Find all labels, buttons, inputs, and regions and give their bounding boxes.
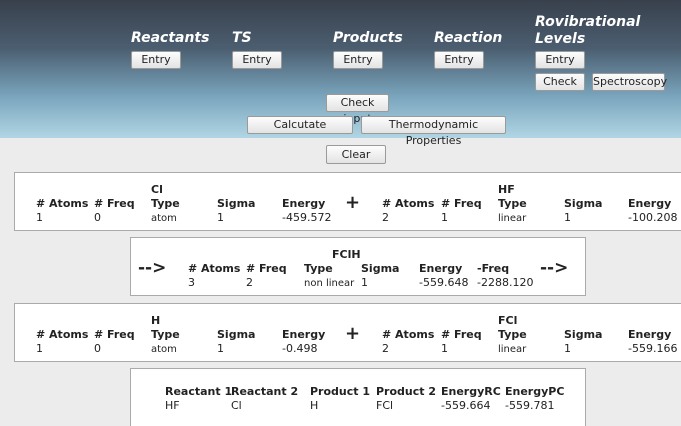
reactant-1-sigma-header: Sigma xyxy=(217,197,256,210)
ts-title: TS xyxy=(232,30,252,46)
reactant-1-freq: 0 xyxy=(94,211,101,224)
check-input-button[interactable]: Check input xyxy=(326,94,389,125)
reactant-2-sigma-header: Sigma xyxy=(564,197,603,210)
reactant-2-freq-header: # Freq xyxy=(441,197,482,210)
reactant-2-type-header: Type xyxy=(498,197,527,210)
product-1-energy-header: Energy xyxy=(282,328,326,341)
levels-title: Levels xyxy=(535,31,586,47)
product-2-energy: -559.166 xyxy=(628,342,678,355)
reactant-1-energy: -459.572 xyxy=(282,211,332,224)
ts-atoms: 3 xyxy=(188,276,195,289)
ts-freq-header: # Freq xyxy=(246,262,287,275)
reactant-1-freq-header: # Freq xyxy=(94,197,135,210)
ts-energy-header: Energy xyxy=(419,262,463,275)
reactant-1-energy-header: Energy xyxy=(282,197,326,210)
reactant-2-freq: 1 xyxy=(441,211,448,224)
reactant-1-type: atom xyxy=(151,213,177,224)
ts-sigma: 1 xyxy=(361,276,368,289)
calculate-button[interactable]: Calcutate xyxy=(247,116,353,134)
product-2-name: FCl xyxy=(498,314,518,327)
summary-header-energy-pc: EnergyPC xyxy=(505,385,565,398)
reactant-1-sigma: 1 xyxy=(217,211,224,224)
reactant-2-name: HF xyxy=(498,183,515,196)
plus-icon: + xyxy=(345,192,361,213)
reactants-entry-button[interactable]: Entry xyxy=(131,51,181,69)
product-2-sigma-header: Sigma xyxy=(564,328,603,341)
product-1-type-header: Type xyxy=(151,328,180,341)
products-entry-button[interactable]: Entry xyxy=(333,51,383,69)
clear-button[interactable]: Clear xyxy=(326,145,386,164)
reactants-title: Reactants xyxy=(131,30,210,46)
reactant-2-atoms-header: # Atoms xyxy=(382,197,435,210)
product-1-freq-header: # Freq xyxy=(94,328,135,341)
summary-reactant-1: HF xyxy=(165,399,180,412)
summary-product-1: H xyxy=(310,399,319,412)
product-2-type: linear xyxy=(498,344,527,355)
summary-header-reactant-1: Reactant 1 xyxy=(165,385,233,398)
product-1-atoms: 1 xyxy=(36,342,43,355)
summary-reactant-2: Cl xyxy=(231,399,242,412)
reactant-2-type: linear xyxy=(498,213,527,224)
ts-entry-button[interactable]: Entry xyxy=(232,51,282,69)
rovibrational-title: Rovibrational xyxy=(535,14,641,30)
summary-header-product-2: Product 2 xyxy=(376,385,437,398)
thermodynamic-properties-button[interactable]: Thermodynamic Properties xyxy=(361,116,506,147)
reactant-2-energy: -100.208 xyxy=(628,211,678,224)
product-2-atoms-header: # Atoms xyxy=(382,328,435,341)
left-arrow-icon: --> xyxy=(138,258,167,278)
ts-freq: 2 xyxy=(246,276,253,289)
reactant-1-type-header: Type xyxy=(151,197,180,210)
summary-header-product-1: Product 1 xyxy=(310,385,371,398)
reactant-1-atoms-header: # Atoms xyxy=(36,197,89,210)
products-title: Products xyxy=(333,30,403,46)
ts-atoms-header: # Atoms xyxy=(188,262,241,275)
product-1-sigma-header: Sigma xyxy=(217,328,256,341)
ts-type: non linear xyxy=(304,278,355,289)
product-2-freq-header: # Freq xyxy=(441,328,482,341)
ts-name: FClH xyxy=(332,248,361,261)
plus-icon: + xyxy=(345,323,361,344)
ts-sigma-header: Sigma xyxy=(361,262,400,275)
summary-header-reactant-2: Reactant 2 xyxy=(231,385,299,398)
ts-type-header: Type xyxy=(304,262,333,275)
rovibrational-check-button[interactable]: Check xyxy=(535,73,585,91)
reactant-1-name: Cl xyxy=(151,183,163,196)
ts-energy: -559.648 xyxy=(419,276,469,289)
summary-energy-pc: -559.781 xyxy=(505,399,555,412)
product-1-sigma: 1 xyxy=(217,342,224,355)
product-1-freq: 0 xyxy=(94,342,101,355)
reactant-2-energy-header: Energy xyxy=(628,197,672,210)
product-1-atoms-header: # Atoms xyxy=(36,328,89,341)
product-2-type-header: Type xyxy=(498,328,527,341)
reactant-1-atoms: 1 xyxy=(36,211,43,224)
reaction-entry-button[interactable]: Entry xyxy=(434,51,484,69)
right-arrow-icon: --> xyxy=(540,258,569,278)
summary-header-energy-rc: EnergyRC xyxy=(441,385,501,398)
reactant-2-sigma: 1 xyxy=(564,211,571,224)
reaction-title: Reaction xyxy=(434,30,503,46)
product-2-atoms: 2 xyxy=(382,342,389,355)
product-2-freq: 1 xyxy=(441,342,448,355)
summary-product-2: FCl xyxy=(376,399,394,412)
summary-energy-rc: -559.664 xyxy=(441,399,491,412)
ts-neg-freq-header: -Freq xyxy=(477,262,510,275)
product-1-name: H xyxy=(151,314,161,327)
product-1-energy: -0.498 xyxy=(282,342,318,355)
product-2-energy-header: Energy xyxy=(628,328,672,341)
product-2-sigma: 1 xyxy=(564,342,571,355)
rovibrational-entry-button[interactable]: Entry xyxy=(535,51,585,69)
ts-neg-freq: -2288.120 xyxy=(477,276,534,289)
reactant-2-atoms: 2 xyxy=(382,211,389,224)
spectroscopy-button[interactable]: Spectroscopy xyxy=(592,73,667,91)
product-1-type: atom xyxy=(151,344,177,355)
